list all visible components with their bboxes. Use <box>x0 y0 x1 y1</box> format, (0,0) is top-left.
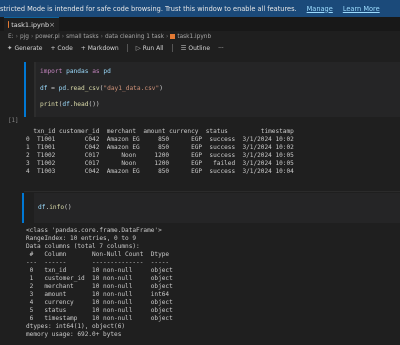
learn-more-link[interactable]: Learn More <box>343 5 380 13</box>
outline-button[interactable]: ☰ Outline <box>181 44 211 52</box>
run-all-label: Run All <box>142 44 164 52</box>
output-line: 2 merchant 10 non-null object <box>26 283 173 290</box>
restricted-mode-banner: stricted Mode is intended for safe code … <box>0 0 400 17</box>
chevron-right-icon: › <box>15 33 18 40</box>
generate-button[interactable]: ✦ Generate <box>7 44 42 52</box>
close-icon[interactable]: × <box>49 21 55 29</box>
output-row: 1 T1001 C042 Amazon EG 850 EGP success 3… <box>26 144 294 151</box>
code-line: df = pd.read_csv("day1_data.csv") <box>40 85 163 92</box>
generate-label: Generate <box>14 44 43 52</box>
breadcrumb-item[interactable]: small tasks <box>66 34 99 40</box>
breadcrumb-item[interactable]: data cleaning 1 task <box>105 34 164 40</box>
outline-icon: ☰ <box>180 44 187 52</box>
chevron-right-icon: › <box>61 33 65 40</box>
cell-focus-indicator <box>24 62 26 117</box>
output-row: 3 T1002 C017 Noon 1200 EGP failed 3/1/20… <box>26 160 294 167</box>
breadcrumb-item[interactable]: power.pi <box>35 34 60 40</box>
code-line: print(df.head()) <box>40 101 100 108</box>
output-line: 0 txn_id 10 non-null object <box>26 267 173 274</box>
chevron-right-icon: › <box>100 33 103 40</box>
notebook-toolbar: ✦ Generate + Code + Markdown ▷ Run All ☰… <box>0 42 400 54</box>
toolbar-divider <box>171 44 173 52</box>
execution-count: [1] <box>8 118 19 124</box>
notebook-file-icon <box>170 34 176 39</box>
output-table-header: txn_id customer_id merchant amount curre… <box>26 128 294 135</box>
output-line: dtypes: int64(1), object(6) <box>26 323 126 330</box>
tab-task1[interactable]: task1.ipynb × <box>4 17 59 31</box>
output-row: 2 T1002 C017 Noon 1200 EGP success 3/1/2… <box>26 152 294 159</box>
chevron-right-icon: › <box>30 33 34 40</box>
output-line: 1 customer_id 10 non-null object <box>26 275 173 282</box>
manage-link[interactable]: Manage <box>307 5 333 13</box>
cell-divider <box>24 191 400 192</box>
add-code-button[interactable]: + Code <box>50 45 72 52</box>
more-actions-label: ··· <box>218 44 224 52</box>
code-line: df.info() <box>38 204 72 211</box>
output-line: 5 status 10 non-null object <box>26 307 173 314</box>
breadcrumb: E: › pjg › power.pi › small tasks › data cle… <box>0 31 400 42</box>
breadcrumb-item[interactable]: task1.ipynb <box>177 34 211 40</box>
more-actions-button[interactable]: ··· <box>218 45 224 52</box>
code-line: import pandas as pd <box>40 68 111 75</box>
output-line: 4 currency 10 non-null object <box>26 299 173 306</box>
run-all-icon: ▷ <box>135 44 141 52</box>
output-line: Data columns (total 7 columns): <box>26 243 140 250</box>
output-line: 3 amount 10 non-null int64 <box>26 291 173 298</box>
output-line: --- ------ -------------- ----- <box>26 259 173 266</box>
cell-focus-indicator <box>22 193 24 223</box>
sparkle-icon: ✦ <box>7 44 13 52</box>
add-markdown-button[interactable]: + Markdown <box>81 45 119 52</box>
chevron-right-icon: › <box>166 33 169 40</box>
output-line: 6 timestamp 10 non-null object <box>26 315 173 322</box>
banner-message: stricted Mode is intended for safe code … <box>0 4 297 13</box>
add-code-label: + Code <box>50 44 73 52</box>
add-markdown-label: + Markdown <box>80 44 119 52</box>
breadcrumb-item[interactable]: pjg <box>20 34 29 40</box>
run-all-button[interactable]: ▷ Run All <box>136 44 164 52</box>
outline-label: Outline <box>188 44 211 52</box>
tab-bar: task1.ipynb × <box>0 17 400 31</box>
code-cell-1[interactable]: import pandas as pd df = pd.read_csv("da… <box>24 62 400 117</box>
tab-title: task1.ipynb <box>11 20 50 29</box>
toolbar-divider <box>126 44 128 52</box>
output-line: RangeIndex: 10 entries, 0 to 9 <box>26 235 137 242</box>
output-row: 0 T1001 C042 Amazon EG 850 EGP success 3… <box>26 136 294 143</box>
output-line: <class 'pandas.core.frame.DataFrame'> <box>26 227 162 234</box>
output-row: 4 T1003 C042 Amazon EG 850 EGP success 3… <box>26 168 294 175</box>
output-line: memory usage: 692.0+ bytes <box>26 331 122 338</box>
output-line: # Column Non-Null Count Dtype <box>26 251 173 258</box>
breadcrumb-item[interactable]: E: <box>8 34 14 40</box>
code-cell-2[interactable]: df.info() <box>22 193 400 223</box>
